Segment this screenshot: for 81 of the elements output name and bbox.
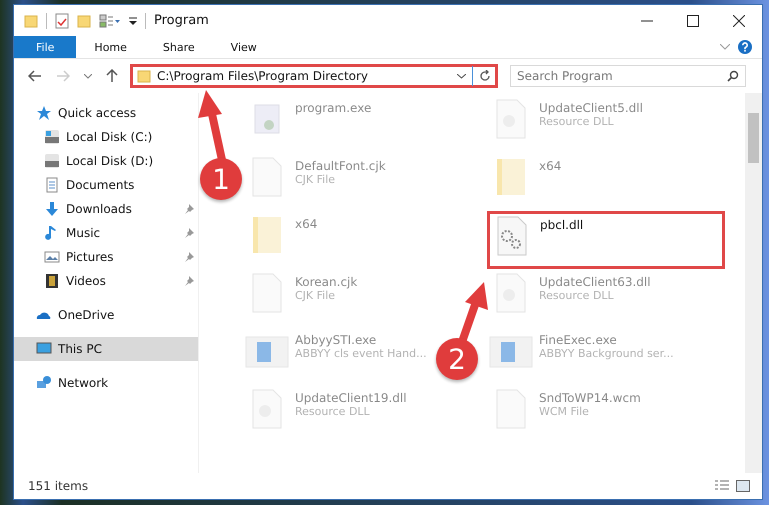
sidebar-item[interactable]: Quick access (14, 101, 198, 125)
item-count: 151 items (28, 479, 88, 493)
file-type: Resource DLL (539, 289, 615, 302)
dropdown-icon[interactable] (129, 16, 137, 26)
pin-icon[interactable] (184, 252, 194, 262)
back-arrow-icon[interactable] (28, 70, 42, 82)
large-icons-view-icon[interactable] (736, 480, 750, 492)
file-item[interactable]: UpdateClient5.dll Resource DLL (487, 95, 643, 147)
video-icon (44, 273, 60, 289)
sidebar-item[interactable]: Music (14, 221, 198, 245)
file-item[interactable]: program.exe (243, 95, 372, 147)
ribbon-tab[interactable]: View (212, 36, 275, 58)
file-name: program.exe (295, 101, 372, 115)
window-title: Program (154, 13, 209, 28)
file-name: AbbyySTI.exe (295, 333, 378, 347)
pin-icon[interactable] (184, 276, 194, 286)
up-arrow-icon[interactable] (106, 69, 118, 83)
close-icon (733, 14, 745, 26)
sidebar-item[interactable]: Downloads (14, 197, 198, 221)
file-name: SndToWP14.wcm (539, 391, 641, 405)
file-item[interactable]: DefaultFont.cjk CJK File (243, 153, 386, 205)
drive-icon (44, 153, 60, 169)
file-name: UpdateClient63.dll (539, 275, 651, 289)
properties-icon[interactable] (55, 12, 69, 28)
file-name: UpdateClient5.dll (539, 101, 643, 115)
scrollbar[interactable] (745, 93, 762, 473)
sidebar-item[interactable]: OneDrive (14, 303, 198, 327)
file-item[interactable]: SndToWP14.wcm WCM File (487, 385, 641, 437)
file-item[interactable]: x64 (243, 211, 318, 263)
file-name: DefaultFont.cjk (295, 159, 386, 173)
refresh-icon[interactable] (479, 70, 491, 82)
address-bar[interactable]: C:\Program Files\Program Directory (130, 64, 498, 88)
address-path: C:\Program Files\Program Directory (157, 69, 370, 83)
ribbon-tab[interactable]: File (14, 36, 76, 58)
file-item[interactable]: UpdateClient63.dll Resource DLL (487, 269, 651, 321)
network-icon (36, 375, 52, 391)
chevron-down-icon[interactable] (84, 74, 92, 78)
search-field[interactable]: Search Program (510, 65, 746, 87)
download-icon (44, 201, 60, 217)
sidebar-item[interactable]: Local Disk (C:) (14, 125, 198, 149)
search-icon (727, 70, 739, 82)
sidebar-item[interactable]: Videos (14, 269, 198, 293)
file-item[interactable]: x64 (487, 153, 562, 205)
file-item[interactable]: UpdateClient19.dll Resource DLL (243, 385, 407, 437)
sidebar-item[interactable]: Pictures (14, 245, 198, 269)
file-type: ABBYY cls event Hand... (295, 347, 427, 360)
folder-icon (137, 69, 151, 83)
file-item[interactable]: AbbyySTI.exe ABBYY cls event Hand... (243, 327, 427, 379)
annotation-arrow (198, 90, 226, 161)
pin-icon[interactable] (184, 228, 194, 238)
details-view-icon[interactable] (714, 480, 730, 492)
doc-icon (44, 177, 60, 193)
sidebar-item[interactable]: Local Disk (D:) (14, 149, 198, 173)
file-name: pbcl.dll (540, 218, 584, 232)
chevron-down-icon[interactable] (457, 74, 466, 78)
ribbon-tab[interactable]: Home (76, 36, 145, 58)
maximize-icon (687, 14, 699, 26)
sidebar-item[interactable]: Network (14, 371, 198, 395)
file-type: Resource DLL (539, 115, 615, 128)
sidebar-item[interactable]: This PC (14, 337, 198, 361)
file-name: x64 (539, 159, 562, 173)
picture-icon (44, 249, 60, 265)
ribbon-tab[interactable]: Share (144, 36, 213, 58)
file-type: ABBYY Background ser... (539, 347, 674, 360)
help-icon[interactable] (738, 40, 752, 54)
file-name: UpdateClient19.dll (295, 391, 407, 405)
file-item[interactable]: Korean.cjk CJK File (243, 269, 358, 321)
file-type: WCM File (539, 405, 590, 418)
file-name: FineExec.exe (539, 333, 618, 347)
star-icon (36, 105, 52, 121)
file-item[interactable]: pbcl.dll (487, 211, 725, 269)
file-name: x64 (295, 217, 318, 231)
file-name: Korean.cjk (295, 275, 358, 289)
view-icon[interactable] (99, 14, 121, 28)
file-item[interactable]: FineExec.exe ABBYY Background ser... (487, 327, 674, 379)
drive-icon (44, 129, 60, 145)
file-type: CJK File (295, 173, 336, 186)
sidebar-item[interactable]: Documents (14, 173, 198, 197)
file-type: Resource DLL (295, 405, 371, 418)
pin-icon[interactable] (184, 204, 194, 214)
file-type: CJK File (295, 289, 336, 302)
